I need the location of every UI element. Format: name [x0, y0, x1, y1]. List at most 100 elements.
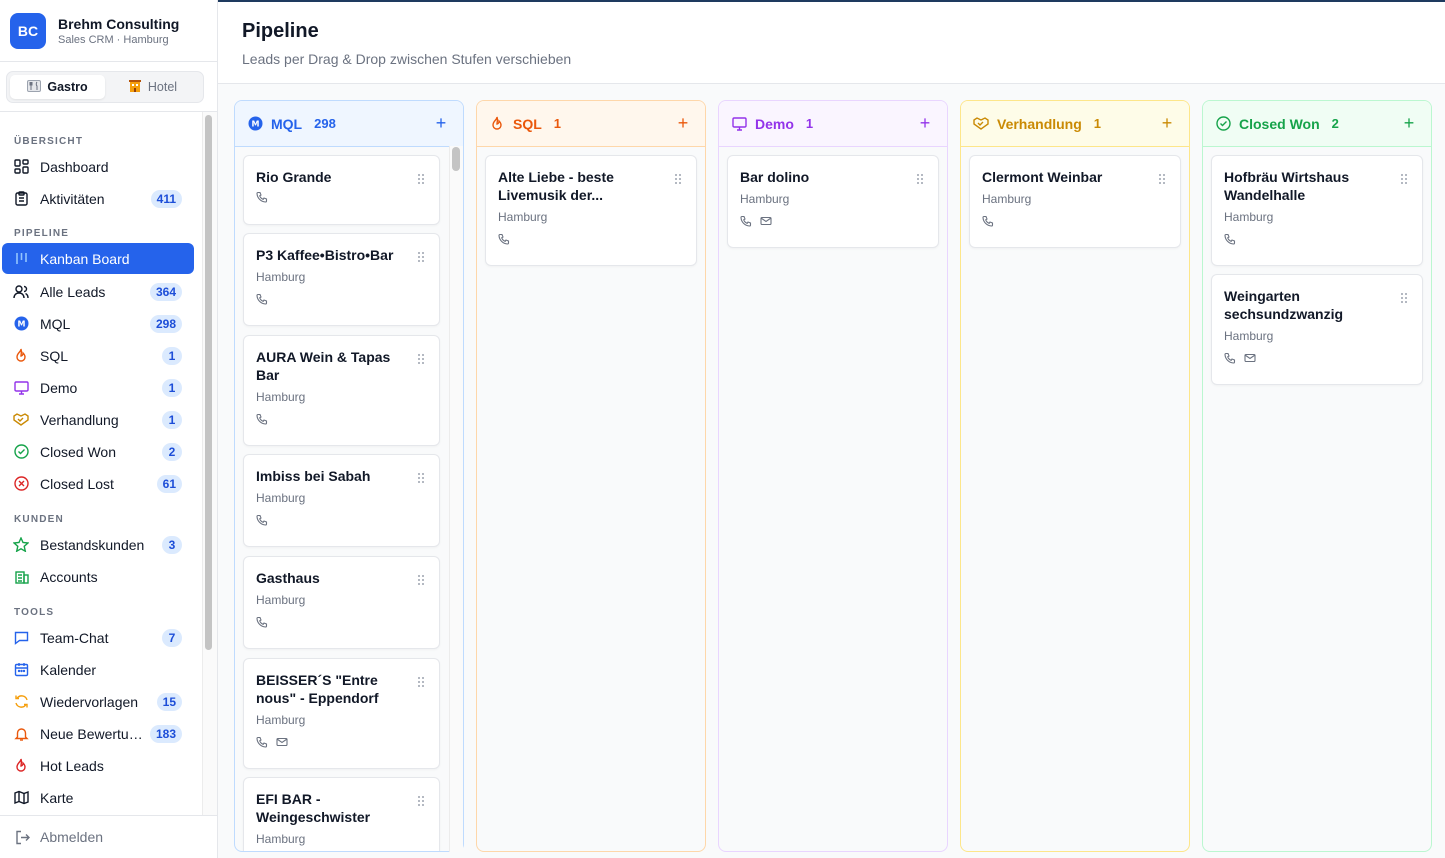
column-title: SQL — [513, 115, 542, 132]
kanban-icon — [13, 251, 29, 267]
sidebar-item-label: SQL — [40, 347, 69, 364]
building-icon — [13, 569, 29, 585]
lead-card[interactable]: Gasthaus Hamburg — [243, 556, 440, 649]
sidebar-item-kanban[interactable]: Kanban Board — [2, 243, 194, 274]
sidebar-item-label: Closed Lost — [40, 475, 114, 492]
add-lead-button[interactable]: + — [1399, 113, 1419, 134]
lead-card[interactable]: Rio Grande — [243, 155, 440, 225]
drag-handle-icon[interactable] — [417, 471, 425, 489]
mode-hotel-button[interactable]: Hotel — [105, 75, 200, 99]
drag-handle-icon[interactable] — [674, 172, 682, 190]
drag-handle-icon[interactable] — [417, 172, 425, 190]
drag-handle-icon[interactable] — [1158, 172, 1166, 190]
phone-icon[interactable] — [1224, 351, 1236, 369]
mode-gastro-label: Gastro — [47, 80, 88, 94]
lead-city: Hamburg — [256, 390, 306, 404]
sidebar-item-all-leads[interactable]: Alle Leads 364 — [2, 276, 194, 307]
column-body: Rio Grande P3 Kaffee•Bistro•Bar Hamburg AUR… — [235, 147, 463, 851]
sidebar-item-accounts[interactable]: Accounts — [2, 561, 194, 592]
lead-city: Hamburg — [982, 192, 1032, 206]
drag-handle-icon[interactable] — [417, 250, 425, 268]
mail-icon[interactable] — [760, 214, 772, 232]
lead-card[interactable]: Bar dolino Hamburg — [727, 155, 939, 248]
drag-handle-icon[interactable] — [417, 573, 425, 591]
column-header: Verhandlung 1 + — [961, 101, 1189, 147]
kanban-column-demo[interactable]: Demo 1 + Bar dolino Hamburg — [718, 100, 948, 852]
add-lead-button[interactable]: + — [431, 113, 451, 134]
phone-icon[interactable] — [982, 214, 994, 232]
mql-column-scrollbar-track[interactable] — [449, 146, 463, 852]
sidebar-item-team-chat[interactable]: Team-Chat 7 — [2, 622, 194, 653]
flame-icon — [489, 116, 505, 132]
lead-card[interactable]: Weingarten sechsundzwanzig Hamburg — [1211, 274, 1423, 385]
svg-text:M: M — [17, 320, 25, 329]
sidebar-item-map[interactable]: Karte — [2, 782, 194, 813]
sidebar-item-demo[interactable]: Demo 1 — [2, 372, 194, 403]
add-lead-button[interactable]: + — [673, 113, 693, 134]
mql-column-scrollbar-thumb[interactable] — [452, 147, 460, 171]
sidebar-item-calendar[interactable]: Kalender — [2, 654, 194, 685]
brand[interactable]: BC Brehm Consulting Sales CRM · Hamburg — [0, 0, 217, 62]
sidebar-item-negotiation[interactable]: Verhandlung 1 — [2, 404, 194, 435]
lead-card[interactable]: Alte Liebe - beste Livemusik der... Hambu… — [485, 155, 697, 266]
sidebar-item-dashboard[interactable]: Dashboard — [2, 151, 194, 182]
drag-handle-icon[interactable] — [1400, 172, 1408, 190]
phone-icon[interactable] — [1224, 232, 1236, 250]
phone-icon[interactable] — [256, 615, 268, 633]
drag-handle-icon[interactable] — [417, 675, 425, 693]
sidebar-item-followups[interactable]: Wiedervorlagen 15 — [2, 686, 194, 717]
drag-handle-icon[interactable] — [417, 794, 425, 812]
lead-card[interactable]: AURA Wein & Tapas Bar Hamburg — [243, 335, 440, 446]
lead-card[interactable]: BEISSER´S "Entre nous" - Eppendorf Hambur… — [243, 658, 440, 769]
sidebar-item-hot-leads[interactable]: Hot Leads — [2, 750, 194, 781]
lead-card[interactable]: Clermont Weinbar Hamburg — [969, 155, 1181, 248]
sidebar-item-reviews[interactable]: Neue Bewertungen 183 — [2, 718, 194, 749]
sidebar-item-closed-won[interactable]: Closed Won 2 — [2, 436, 194, 467]
phone-icon[interactable] — [256, 735, 268, 753]
count-badge: 1 — [162, 410, 182, 429]
kanban-column-negotiation[interactable]: Verhandlung 1 + Clermont Weinbar Hamburg — [960, 100, 1190, 852]
logout-button[interactable]: Abmelden — [0, 815, 217, 858]
drag-handle-icon[interactable] — [1400, 291, 1408, 309]
sidebar-item-existing-customers[interactable]: Bestandskunden 3 — [2, 529, 194, 560]
phone-icon[interactable] — [740, 214, 752, 232]
kanban-column-mql[interactable]: M MQL 298 + Rio Grande P3 Kaffee•Bistro•Bar Ha… — [234, 100, 464, 852]
column-count: 298 — [314, 116, 336, 131]
column-body: Bar dolino Hamburg — [719, 147, 947, 248]
count-badge: 1 — [162, 346, 182, 365]
lead-name: Alte Liebe - beste Livemusik der... — [498, 169, 614, 203]
drag-handle-icon[interactable] — [916, 172, 924, 190]
kanban-column-sql[interactable]: SQL 1 + Alte Liebe - beste Livemusik der...… — [476, 100, 706, 852]
sidebar-item-label: Kanban Board — [40, 250, 130, 267]
add-lead-button[interactable]: + — [915, 113, 935, 134]
sidebar-item-sql[interactable]: SQL 1 — [2, 340, 194, 371]
mode-gastro-button[interactable]: Gastro — [10, 75, 105, 99]
users-icon — [13, 284, 29, 300]
mode-hotel-label: Hotel — [147, 80, 178, 94]
column-body: Clermont Weinbar Hamburg — [961, 147, 1189, 248]
phone-icon[interactable] — [256, 513, 268, 531]
mail-icon[interactable] — [276, 735, 288, 753]
count-badge: 298 — [149, 314, 182, 333]
logout-label: Abmelden — [40, 829, 104, 845]
drag-handle-icon[interactable] — [417, 352, 425, 370]
sidebar-item-activities[interactable]: Aktivitäten 411 — [2, 183, 194, 214]
lead-card[interactable]: Imbiss bei Sabah Hamburg — [243, 454, 440, 547]
phone-icon[interactable] — [256, 190, 268, 208]
phone-icon[interactable] — [256, 292, 268, 310]
sidebar-item-closed-lost[interactable]: Closed Lost 61 — [2, 468, 194, 499]
sidebar-item-label: Karte — [40, 789, 74, 806]
sidebar-scrollbar-thumb[interactable] — [205, 115, 212, 650]
section-overview: ÜBERSICHT — [14, 136, 84, 147]
add-lead-button[interactable]: + — [1157, 113, 1177, 134]
phone-icon[interactable] — [256, 412, 268, 430]
phone-icon[interactable] — [498, 232, 510, 250]
lead-card[interactable]: P3 Kaffee•Bistro•Bar Hamburg — [243, 233, 440, 326]
sidebar-item-mql[interactable]: M MQL 298 — [2, 308, 194, 339]
lead-card[interactable]: Hofbräu Wirtshaus Wandelhalle Hamburg — [1211, 155, 1423, 266]
kanban-column-won[interactable]: Closed Won 2 + Hofbräu Wirtshaus Wandelhall… — [1202, 100, 1432, 852]
map-icon — [13, 790, 29, 806]
column-body: Alte Liebe - beste Livemusik der... Hambu… — [477, 147, 705, 266]
lead-card[interactable]: EFI BAR - Weingeschwister Hamburg — [243, 777, 440, 851]
mail-icon[interactable] — [1244, 351, 1256, 369]
